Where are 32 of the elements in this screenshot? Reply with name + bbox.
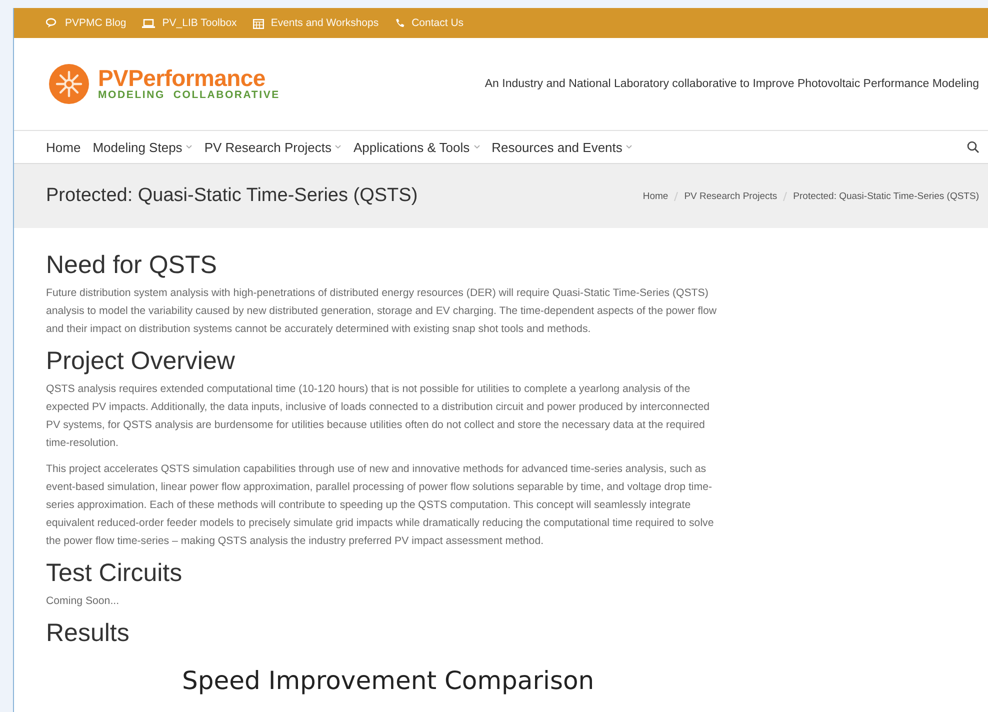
phone-icon: [394, 18, 405, 28]
nav-item[interactable]: Home: [46, 140, 81, 154]
caret-icon: [335, 145, 342, 149]
search-icon[interactable]: [967, 141, 979, 153]
section-heading: Project Overview: [46, 346, 236, 376]
figure-title: Speed Improvement Comparison: [182, 666, 596, 695]
nav-item[interactable]: Modeling Steps: [92, 140, 192, 154]
paragraph: This project accelerates QSTS simulation capabilities through use of new and innovative methods for advanced time-series analysis, such as event-based simulation, linear power flow approximation, parallel processing of power flow solutions separable by time, and voltage drop time-series approximation. Each of these methods will contribute to speeding up the QSTS computation. This concept will seamlessly integrate equivalent reduced-order feeder models to precisely simulate grid impacts while dramatically reducing the computational time required to solve the power flow time-series – making QSTS analysis the industry preferred PV impact assessment method.: [46, 462, 715, 549]
separator-icon: [674, 192, 678, 200]
nav-item[interactable]: PV Research Projects: [204, 140, 342, 154]
laptop-icon: [142, 18, 156, 28]
caret-icon: [186, 145, 192, 149]
caret-icon: [474, 145, 480, 149]
nav-item[interactable]: Applications & Tools: [353, 140, 480, 154]
paragraph: Future distribution system analysis with high-penetrations of distributed energy resources (DER) will require Quasi-Static Time-Series (QSTS) analysis to model the variability caused by new distributed generation, storage and EV charging. The time-dependent aspects of the power flow and their impact on distribution systems cannot be accurately determined with existing snap shot tools and methods.: [46, 286, 718, 337]
logo-subtitle: MODELING COLLABORATIVE: [98, 89, 280, 101]
chat-icon: [46, 18, 58, 28]
paragraph: QSTS analysis requires extended computational time (10-120 hours) that is not possible for utilities to complete a yearlong analysis of the expected PV impacts. Additionally, the data inputs, inclusive of loads connected to a distribution circuit and power produced by interconnected PV systems, for QSTS analysis are burdensome for utilities because utilities often do not collect and store the necessary data at the required time-resolution.: [46, 382, 710, 451]
section-heading: Need for QSTS: [46, 250, 218, 280]
section-heading: Test Circuits: [46, 558, 184, 588]
breadcrumb-link[interactable]: PV Research Projects: [684, 190, 778, 202]
section-heading: Results: [46, 618, 130, 648]
paragraph: Coming Soon...: [46, 594, 120, 609]
nav-item[interactable]: Resources and Events: [492, 140, 632, 154]
sunburst-logo-icon: [49, 64, 89, 104]
breadcrumb-link[interactable]: Home: [642, 190, 668, 202]
caret-icon: [626, 145, 632, 149]
separator-icon: [783, 192, 788, 200]
breadcrumb-current: Protected: Quasi-Static Time-Series (QSTS): [793, 190, 979, 202]
calendar-icon: [252, 18, 264, 28]
tagline: An Industry and National Laboratory collaborative to Improve Photovoltaic Performance Modeling: [484, 78, 979, 90]
page-title: Protected: Quasi-Static Time-Series (QSTS): [46, 185, 418, 207]
